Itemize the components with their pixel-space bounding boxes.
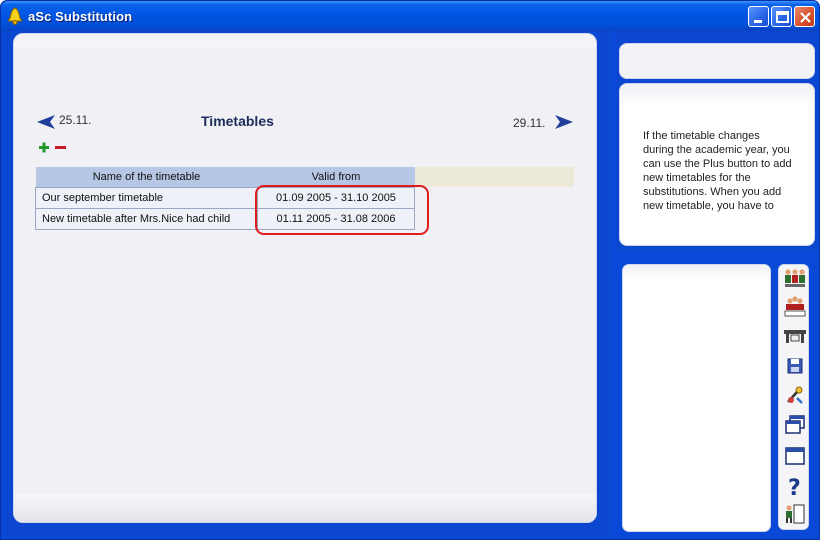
exit-door-icon xyxy=(786,504,805,524)
remove-timetable-button[interactable] xyxy=(54,140,67,154)
page-title: Timetables xyxy=(201,113,274,129)
maximize-icon xyxy=(776,11,789,23)
minimize-icon xyxy=(754,20,762,23)
timetable-name-cell[interactable]: Our september timetable xyxy=(35,186,258,209)
next-day-arrow-icon[interactable] xyxy=(553,115,573,129)
save-disk-icon xyxy=(787,358,803,374)
maximize-button[interactable] xyxy=(771,6,792,27)
help-question-icon: ? xyxy=(788,476,801,498)
minimize-button[interactable] xyxy=(748,6,769,27)
teachers-icon xyxy=(785,269,805,287)
info-panel xyxy=(622,264,771,532)
table-header-row: Name of the timetable Valid from xyxy=(35,167,415,187)
table-header-filler xyxy=(414,167,574,187)
classrooms-tool-button[interactable] xyxy=(780,323,808,349)
next-date[interactable]: 29.11. xyxy=(513,116,545,130)
single-window-button[interactable] xyxy=(780,443,808,469)
help-button[interactable]: ? xyxy=(780,472,808,498)
tools-wizard-icon xyxy=(787,386,803,404)
previous-date[interactable]: 25.11. xyxy=(59,113,91,127)
bell-icon[interactable] xyxy=(7,7,23,25)
previous-day-arrow-icon[interactable] xyxy=(37,115,57,129)
exit-button[interactable] xyxy=(780,500,808,526)
column-header-name[interactable]: Name of the timetable xyxy=(35,167,258,187)
title-bar[interactable]: aSc Substitution xyxy=(1,1,819,31)
timetables-panel xyxy=(13,33,597,523)
window-icon xyxy=(785,447,805,465)
class-group-icon xyxy=(784,296,806,317)
windows-cascade-icon xyxy=(785,415,805,434)
close-button[interactable] xyxy=(794,6,815,27)
classroom-table-icon xyxy=(784,330,806,343)
close-icon xyxy=(800,12,811,23)
panel-footer xyxy=(14,494,596,522)
timetable-name-cell[interactable]: New timetable after Mrs.Nice had child xyxy=(35,207,258,230)
add-timetable-button[interactable] xyxy=(38,140,50,154)
help-text: If the timetable changes during the acad… xyxy=(643,130,792,212)
save-tool-button[interactable] xyxy=(780,353,808,379)
app-window: aSc Substitution z z xyxy=(0,0,820,540)
help-header-strip xyxy=(619,43,815,79)
svg-text:?: ? xyxy=(788,476,801,498)
classes-tool-button[interactable] xyxy=(780,294,808,320)
window-title: aSc Substitution xyxy=(28,9,133,24)
highlight-annotation xyxy=(255,185,429,235)
teachers-tool-button[interactable] xyxy=(780,266,808,292)
cascade-windows-button[interactable] xyxy=(780,412,808,438)
column-header-valid-from[interactable]: Valid from xyxy=(257,167,415,187)
wizard-tool-button[interactable] xyxy=(780,382,808,408)
